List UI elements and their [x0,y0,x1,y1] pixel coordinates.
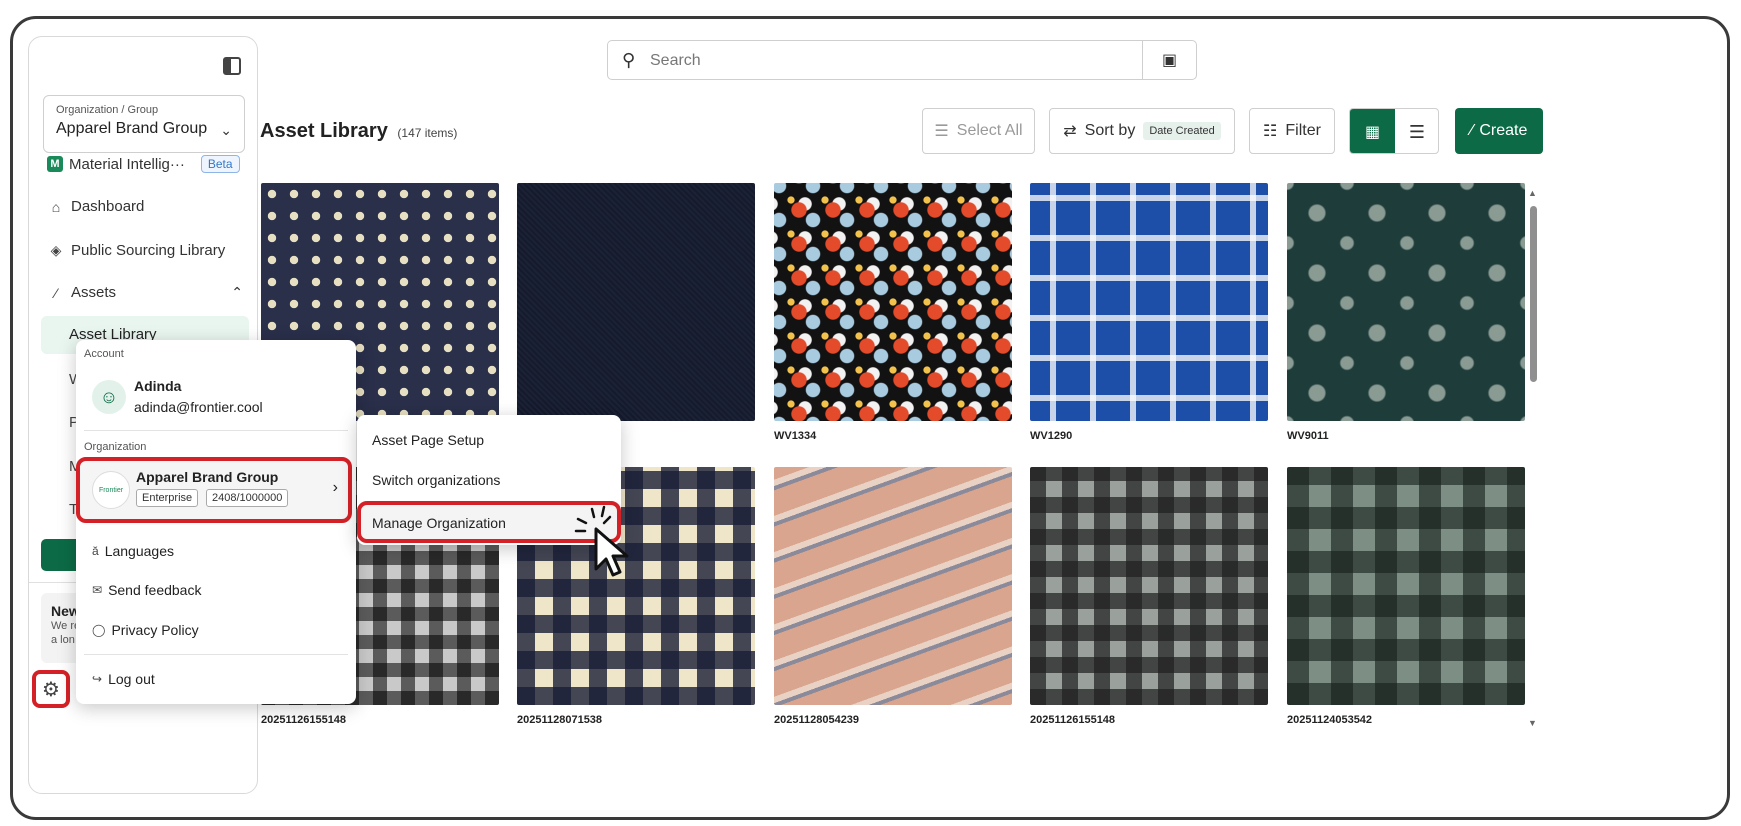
asset-thumbnail[interactable] [1287,467,1525,705]
dashboard-icon: ⌂ [51,198,61,215]
sidebar-item-label: Assets [71,284,117,301]
switch-organizations-item[interactable]: Switch organizations [372,472,500,488]
chevron-right-icon: › [332,479,338,496]
user-avatar-icon: ☺ [92,380,126,414]
sidebar-item-label: Public Sourcing Library [71,242,226,259]
organization-row[interactable]: Frontier Apparel Brand Group Enterprise … [76,457,352,523]
asset-label: 20251128054239 [774,714,860,726]
search-input[interactable]: Search [650,52,701,70]
menu-divider [84,430,348,431]
org-name: Apparel Brand Group [136,469,279,485]
asset-label: WV9011 [1287,430,1329,442]
asset-label: 20251124053542 [1287,714,1373,726]
account-menu: Account ☺ Adinda adinda@frontier.cool Or… [76,340,356,704]
menu-item-label: Send feedback [108,582,202,598]
menu-item-label: Privacy Policy [111,622,199,638]
sidebar-item-public-sourcing-library[interactable]: ◈ Public Sourcing Library [47,242,226,259]
sidebar-collapse-icon[interactable] [223,57,241,75]
filter-button[interactable]: ☷ Filter [1249,108,1335,154]
sort-value-chip: Date Created [1143,122,1221,140]
log-out-menu-item[interactable]: ↪ Log out [92,671,155,687]
asset-label: WV1290 [1030,430,1073,442]
scrollbar-thumb[interactable] [1530,206,1537,382]
usage-badge: 2408/1000000 [206,489,289,507]
sidebar-item-label: Material Intellig··· [69,155,185,173]
checklist-icon: ☰ [934,123,949,140]
create-icon: ⁄ [1470,122,1474,139]
page-title: Asset Library (147 items) [260,120,457,143]
select-all-label: Select All [956,122,1023,139]
sliders-icon: ☷ [1263,123,1278,140]
layers-icon: ◈ [50,242,62,258]
org-group-select[interactable]: Organization / Group Apparel Brand Group… [43,95,245,153]
menu-item-label: Manage Organization [372,515,506,531]
search-icon: ⚲ [622,50,636,70]
sidebar-item-assets[interactable]: ⁄ Assets ⌃ [47,284,243,301]
menu-item-label: Languages [104,543,174,559]
view-toggle: ▦ ☰ [1349,108,1439,154]
page-title-text: Asset Library [260,120,388,142]
grid-view-icon[interactable]: ▦ [1350,109,1395,153]
create-button[interactable]: ⁄ Create [1455,108,1543,154]
list-view-icon[interactable]: ☰ [1395,109,1438,153]
image-search-icon[interactable]: ▣ [1142,41,1196,79]
material-intelligence-logo-icon: M [47,156,63,172]
beta-badge: Beta [200,155,240,173]
create-label: Create [1479,122,1528,139]
settings-gear-icon[interactable]: ⚙ [32,670,70,708]
asset-label: 20251126155148 [1030,714,1116,726]
asset-label: 20251126155148 [261,714,347,726]
chevron-down-icon: ⌄ [220,122,232,138]
menu-item-label: Log out [108,671,155,687]
sort-label: Sort by [1084,122,1136,139]
asset-thumbnail[interactable] [774,467,1012,705]
organization-section-label: Organization [84,441,147,453]
asset-thumbnail[interactable] [517,183,755,421]
asset-thumbnail[interactable] [1030,183,1268,421]
sidebar-item-material-intelligence[interactable]: M Material Intellig··· Beta [47,155,240,173]
item-count: (147 items) [397,126,458,140]
org-logo: Frontier [92,471,130,509]
translate-icon: ă [92,544,99,558]
org-select-value: Apparel Brand Group [56,120,208,137]
asset-label: 20251128071538 [517,714,603,726]
sort-button[interactable]: ⇄ Sort by Date Created [1049,108,1235,154]
asset-label: WV1334 [774,430,817,442]
search-bar[interactable]: ⚲ Search ▣ [607,40,1197,80]
assets-icon: ⁄ [54,284,58,301]
sidebar-item-dashboard[interactable]: ⌂ Dashboard [47,198,145,215]
account-section-label: Account [84,348,124,360]
privacy-policy-menu-item[interactable]: ◯ Privacy Policy [92,622,199,638]
menu-divider [84,654,348,655]
asset-thumbnail[interactable] [774,183,1012,421]
shield-icon: ◯ [92,623,106,637]
plan-badge: Enterprise [136,489,199,507]
languages-menu-item[interactable]: ă Languages [92,543,174,559]
select-all-button[interactable]: ☰ Select All [922,108,1035,154]
org-select-label: Organization / Group [56,104,159,116]
swap-arrows-icon: ⇄ [1063,123,1077,140]
asset-page-setup-item[interactable]: Asset Page Setup [372,432,484,448]
feedback-icon: ✉ [92,583,103,597]
user-name: Adinda [134,378,182,394]
filter-label: Filter [1285,122,1321,139]
sidebar-item-label: Dashboard [71,198,145,215]
asset-thumbnail[interactable] [1287,183,1525,421]
logout-icon: ↪ [92,672,103,686]
user-email: adinda@frontier.cool [134,399,263,415]
asset-thumbnail[interactable] [1030,467,1268,705]
send-feedback-menu-item[interactable]: ✉ Send feedback [92,582,201,598]
mouse-cursor-icon [574,505,629,577]
scrollbar[interactable]: ▲ ▼ [1528,188,1538,728]
scroll-down-icon[interactable]: ▼ [1528,718,1537,728]
chevron-up-icon[interactable]: ⌃ [231,284,243,301]
scroll-up-icon[interactable]: ▲ [1528,188,1537,198]
